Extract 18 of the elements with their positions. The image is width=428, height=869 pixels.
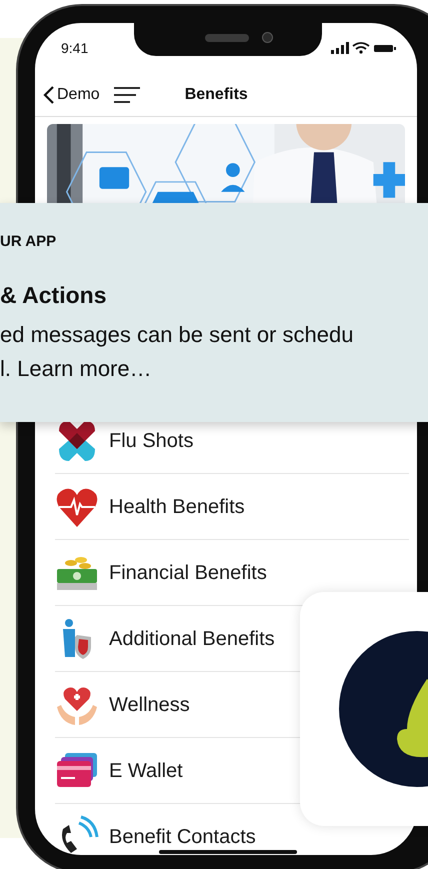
menu-item-label: Benefit Contacts — [109, 825, 256, 850]
screen-title: Benefits — [184, 84, 248, 104]
status-indicators-icon — [331, 42, 397, 54]
menu-icon[interactable] — [114, 86, 140, 102]
menu-item-label: Additional Benefits — [109, 626, 275, 652]
card-body: ed messages can be sent or schedu l. Learn more… — [0, 321, 354, 383]
card-heading: & Actions — [0, 280, 108, 310]
status-time: 9:41 — [61, 38, 88, 58]
menu-item-label: Flu Shots — [109, 428, 194, 454]
chevron-left-icon — [43, 84, 55, 104]
speaker-grille — [205, 34, 249, 42]
back-button[interactable]: Demo — [43, 82, 100, 106]
menu-item-label: Financial Benefits — [109, 560, 267, 586]
card-eyebrow: UR APP — [0, 232, 58, 252]
menu-item-label: E Wallet — [109, 758, 183, 784]
menu-item[interactable]: Health Benefits — [55, 474, 409, 540]
menu-item-label: Health Benefits — [109, 494, 245, 520]
menu-item-label: Wellness — [109, 692, 190, 718]
